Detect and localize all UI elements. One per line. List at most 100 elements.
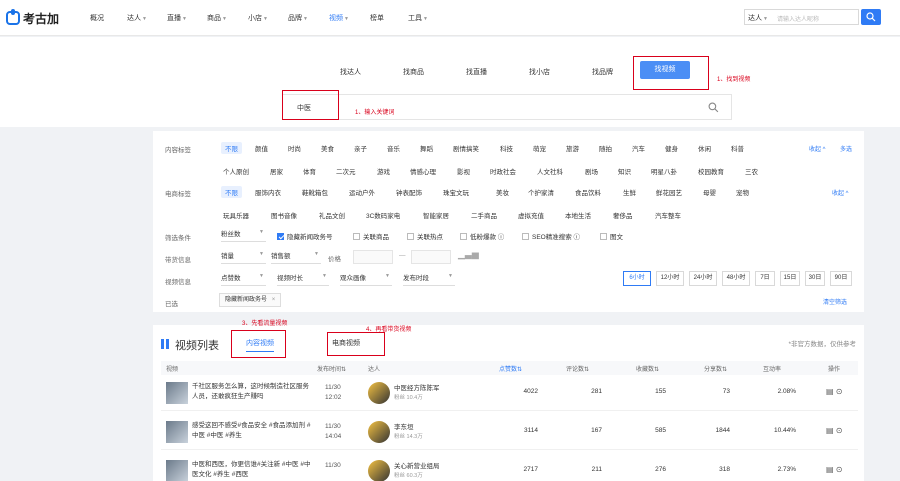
avatar[interactable] (368, 421, 390, 443)
table-row[interactable]: 感受这回不感受#食品安全 #食品添加剂 #中医 #中医 #养生 11/30 14:… (161, 416, 858, 450)
time-90d[interactable]: 90日 (830, 271, 852, 286)
time-48h[interactable]: 48小时 (722, 271, 750, 286)
tab-find-brand[interactable]: 找品牌 (592, 67, 613, 77)
check-related-goods[interactable]: 关联商品 (353, 231, 389, 241)
content-tag-chip[interactable]: 不限 (221, 142, 242, 154)
fans-dropdown[interactable]: 粉丝数 ▼ (221, 228, 266, 242)
col-collects[interactable]: 收藏数⇅ (636, 364, 659, 373)
detail-icon[interactable]: ▤ (826, 465, 834, 474)
ecom-tag-chip[interactable]: 玩具乐器 (223, 210, 249, 220)
ecom-tag-chip[interactable]: 图书音像 (271, 210, 297, 220)
time-24h[interactable]: 24小时 (689, 271, 717, 286)
video-thumbnail[interactable] (166, 382, 188, 404)
logo[interactable]: 考古加 (6, 9, 59, 27)
tab-find-product[interactable]: 找商品 (403, 67, 424, 77)
nav-rank[interactable]: 榜单 (370, 13, 384, 23)
content-tag-chip[interactable]: 美食 (321, 143, 334, 153)
ecom-tag-chip[interactable]: 二手商品 (471, 210, 497, 220)
ecom-tag-chip[interactable]: 钟表配饰 (396, 187, 422, 197)
price-max-input[interactable] (411, 250, 451, 264)
ecom-tag-chip[interactable]: 礼品文创 (319, 210, 345, 220)
content-tag-chip[interactable]: 时尚 (288, 143, 301, 153)
tab-find-live[interactable]: 找直播 (466, 67, 487, 77)
ecom-tag-chip[interactable]: 奢侈品 (613, 210, 633, 220)
video-title[interactable]: 中医和西医，你更信谁#关注新 #中医 #中医文化 #养生 #西医 (192, 460, 312, 481)
content-tag-chip[interactable]: 三农 (745, 166, 758, 176)
search-button[interactable] (861, 9, 881, 25)
content-tag-chip[interactable]: 人文社科 (537, 166, 563, 176)
col-shares[interactable]: 分享数⇅ (704, 364, 727, 373)
revenue-dropdown[interactable]: 销售额 ▼ (271, 250, 321, 264)
play-icon[interactable]: ⊙ (836, 426, 843, 435)
content-tag-chip[interactable]: 科普 (731, 143, 744, 153)
time-6h[interactable]: 6小时 (623, 271, 651, 286)
search-input[interactable]: 请输入达人昵称 (777, 14, 819, 23)
author-name[interactable]: 李东垣 (394, 421, 414, 431)
check-image-text[interactable]: 图文 (600, 231, 623, 241)
ecom-tag-chip[interactable]: 不限 (221, 186, 242, 198)
ecom-tag-chip[interactable]: 服饰内衣 (255, 187, 281, 197)
nav-live[interactable]: 直播▼ (167, 13, 187, 23)
content-tag-chip[interactable]: 二次元 (336, 166, 356, 176)
content-tag-chip[interactable]: 影视 (457, 166, 470, 176)
search-type-select[interactable]: 达人▼ (748, 13, 768, 23)
ecom-tag-chip[interactable]: 运动户外 (349, 187, 375, 197)
content-tag-chip[interactable]: 舞蹈 (420, 143, 433, 153)
check-related-hot[interactable]: 关联热点 (407, 231, 443, 241)
nav-brand[interactable]: 品牌▼ (288, 13, 308, 23)
ecom-tag-chip[interactable]: 鲜花园艺 (656, 187, 682, 197)
content-tag-chip[interactable]: 科技 (500, 143, 513, 153)
content-tag-chip[interactable]: 个人原创 (223, 166, 249, 176)
check-hide-news[interactable]: 隐藏新闻政务号 (277, 231, 333, 241)
content-tag-chip[interactable]: 知识 (618, 166, 631, 176)
check-low-fans[interactable]: 低粉爆款 ⓘ (460, 231, 504, 241)
time-15d[interactable]: 15日 (780, 271, 800, 286)
check-seo[interactable]: SEO精准搜索 ⓘ (522, 231, 580, 241)
avatar[interactable] (368, 382, 390, 404)
nav-tools[interactable]: 工具▼ (408, 13, 428, 23)
nav-influencer[interactable]: 达人▼ (127, 13, 147, 23)
likes-dropdown[interactable]: 点赞数 ▼ (221, 272, 266, 286)
publish-time-dropdown[interactable]: 发布时段 ▼ (403, 272, 455, 286)
avatar[interactable] (368, 460, 390, 481)
duration-dropdown[interactable]: 视频时长 ▼ (277, 272, 329, 286)
ecom-tag-chip[interactable]: 美妆 (496, 187, 509, 197)
price-min-input[interactable] (353, 250, 393, 264)
col-publish-time[interactable]: 发布时间⇅ (317, 364, 346, 373)
content-tag-chip[interactable]: 体育 (303, 166, 316, 176)
ecom-tag-chip[interactable]: 本地生活 (565, 210, 591, 220)
nav-video[interactable]: 视频▼ (329, 13, 349, 23)
content-tag-chip[interactable]: 健身 (665, 143, 678, 153)
ecom-tag-chip[interactable]: 宠物 (736, 187, 749, 197)
content-tag-chip[interactable]: 剧情搞笑 (453, 143, 479, 153)
content-tag-chip[interactable]: 时政社会 (490, 166, 516, 176)
content-tag-chip[interactable]: 休闲 (698, 143, 711, 153)
content-tag-chip[interactable]: 明星八卦 (651, 166, 677, 176)
ecom-tag-chip[interactable]: 生鲜 (623, 187, 636, 197)
time-12h[interactable]: 12小时 (656, 271, 684, 286)
content-tag-chip[interactable]: 萌宠 (533, 143, 546, 153)
ecom-tag-chip[interactable]: 食品饮料 (575, 187, 601, 197)
global-search[interactable]: 达人▼ 请输入达人昵称 (744, 9, 859, 25)
close-icon[interactable]: × (272, 297, 276, 303)
collapse-ecom-tags[interactable]: 收起 ^ (832, 188, 848, 197)
play-icon[interactable]: ⊙ (836, 387, 843, 396)
content-tag-chip[interactable]: 亲子 (354, 143, 367, 153)
tab-find-shop[interactable]: 找小店 (529, 67, 550, 77)
ecom-tag-chip[interactable]: 3C数码家电 (366, 210, 400, 220)
clear-filters[interactable]: 清空筛选 (823, 297, 847, 306)
bar-chart-icon[interactable]: ▁▃▅ (458, 249, 479, 260)
content-tag-chip[interactable]: 随拍 (599, 143, 612, 153)
detail-icon[interactable]: ▤ (826, 387, 834, 396)
video-title[interactable]: 千社区服务怎么算，这时候制造社区服务人员，还敢疯狂生产赚吗 (192, 382, 312, 404)
ecom-tag-chip[interactable]: 虚拟充值 (518, 210, 544, 220)
ecom-tag-chip[interactable]: 汽车整车 (655, 210, 681, 220)
content-tag-chip[interactable]: 颜值 (255, 143, 268, 153)
tab-find-influencer[interactable]: 找达人 (340, 67, 361, 77)
collapse-content-tags[interactable]: 收起 ^ (809, 144, 825, 153)
sales-dropdown[interactable]: 销量 ▼ (221, 250, 266, 264)
nav-product[interactable]: 商品▼ (207, 13, 227, 23)
ecom-tag-chip[interactable]: 母婴 (703, 187, 716, 197)
content-tag-chip[interactable]: 情感心理 (410, 166, 436, 176)
author-name[interactable]: 关心新营业组局 (394, 460, 440, 470)
